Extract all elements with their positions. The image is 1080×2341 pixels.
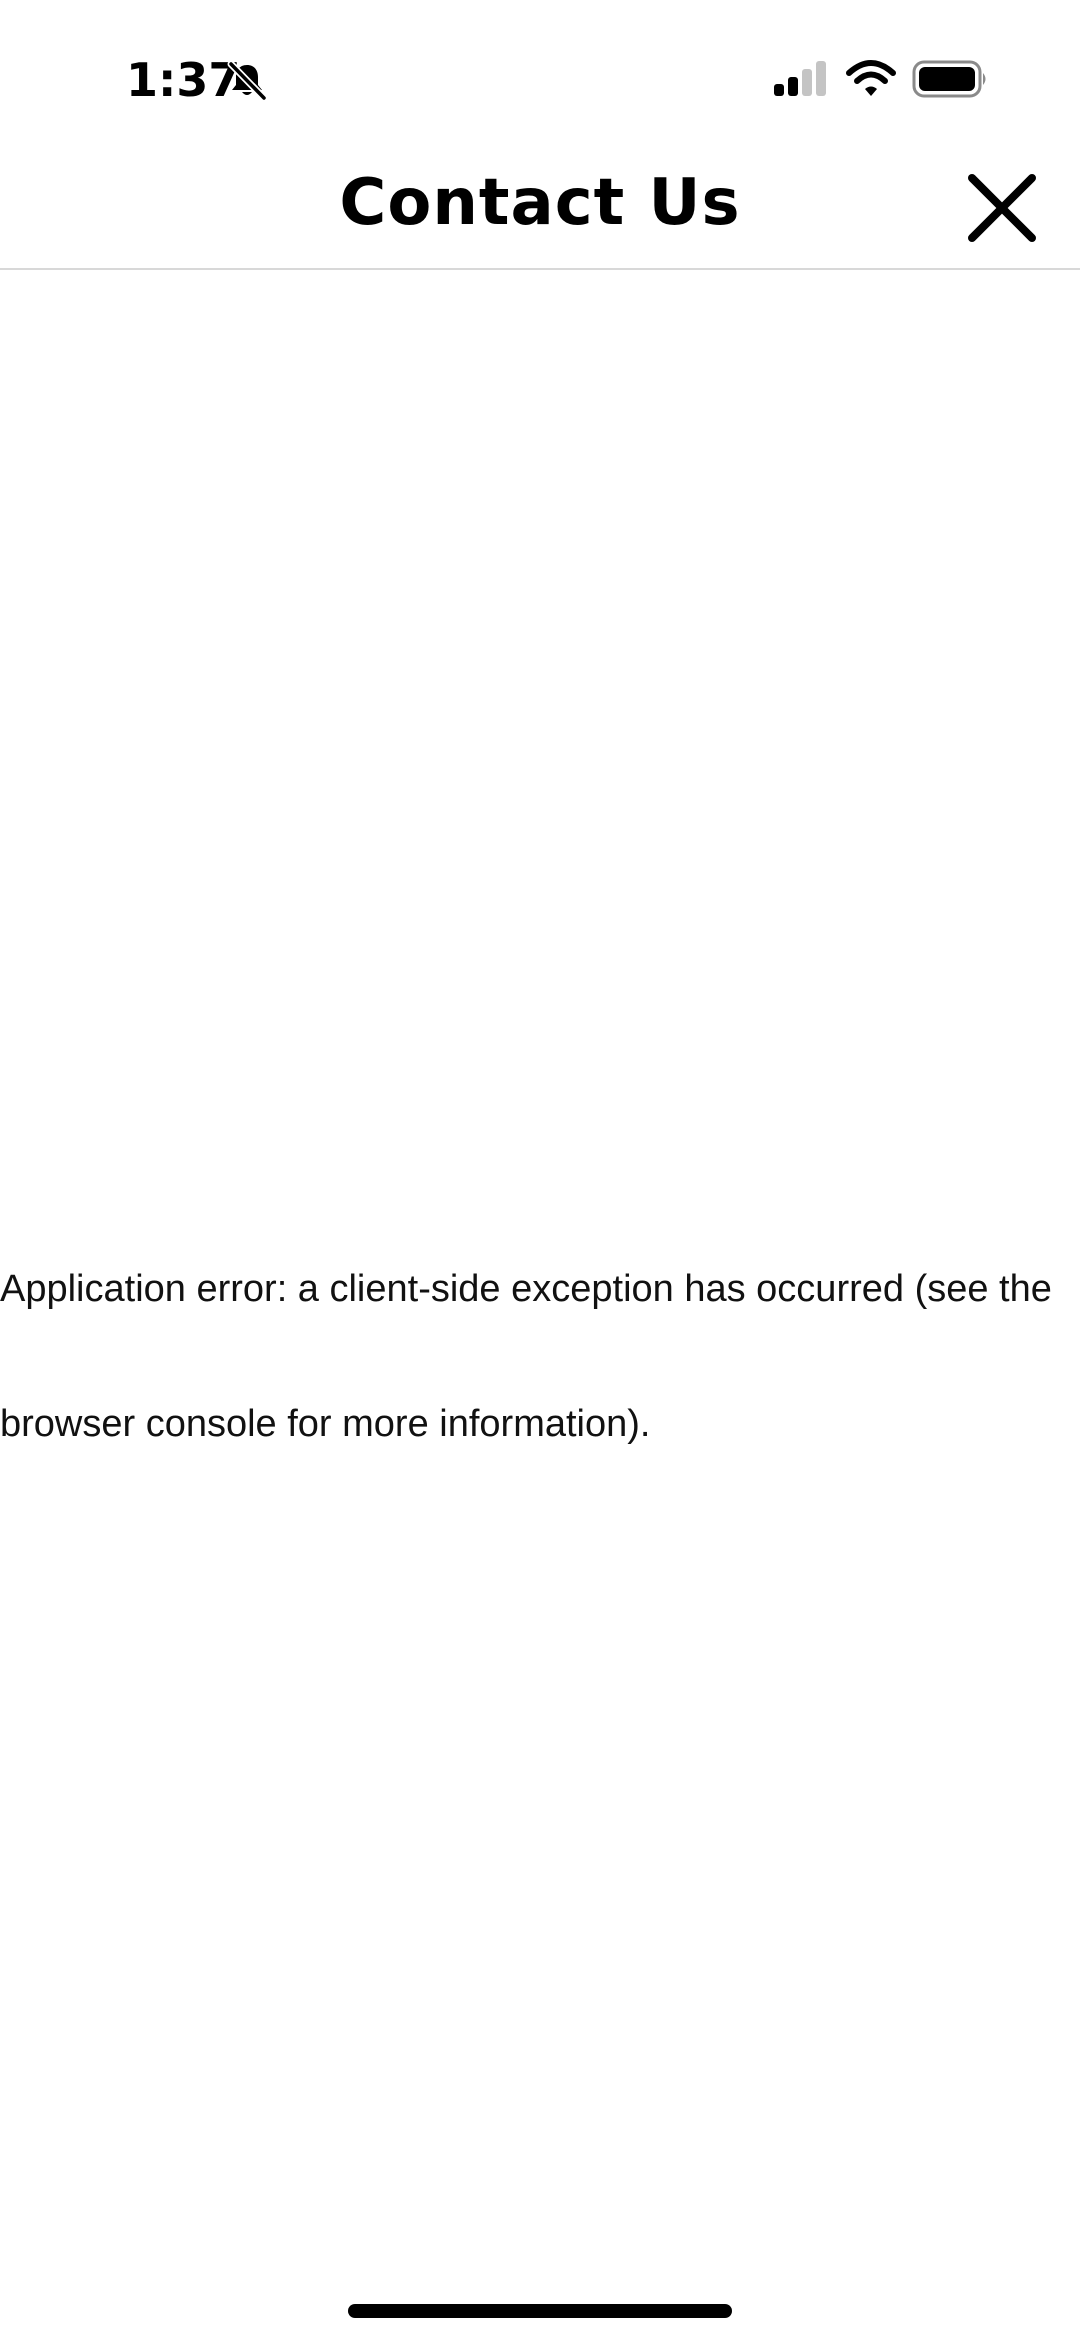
- status-time: 1:37: [126, 53, 241, 107]
- home-indicator[interactable]: [348, 2304, 732, 2318]
- header: Contact Us: [0, 150, 1080, 270]
- wifi-icon: [846, 58, 896, 100]
- bell-slash-icon: [226, 60, 268, 102]
- status-bar: 1:37: [0, 0, 1080, 150]
- page-title: Contact Us: [339, 166, 741, 240]
- close-icon: [968, 174, 1036, 242]
- cellular-signal-icon: [772, 58, 830, 100]
- close-button[interactable]: [960, 166, 1044, 250]
- error-message: Application error: a client-side excepti…: [0, 1268, 1052, 1445]
- battery-icon: [912, 58, 990, 100]
